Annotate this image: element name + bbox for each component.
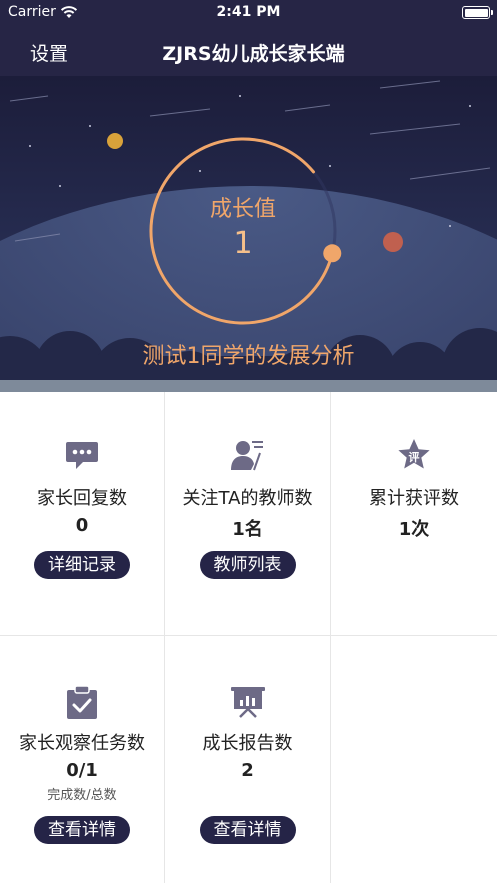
stat-value: 1次 — [398, 519, 430, 540]
stat-label: 家长观察任务数 — [19, 733, 145, 754]
parent-replies-card: 家长回复数 0 详细记录 — [0, 392, 164, 635]
stat-value: 0/1 — [66, 760, 98, 781]
stat-note: 完成数/总数 — [47, 788, 117, 803]
status-bar: Carrier 2:41 PM — [0, 0, 497, 26]
growth-hero-banner: 成长值 1 测试1同学的发展分析 — [0, 76, 497, 380]
star-badge-icon: 评 — [397, 438, 431, 472]
observation-tasks-card: 家长观察任务数 0/1 完成数/总数 查看详情 — [0, 636, 164, 883]
presentation-board-icon — [230, 687, 265, 718]
stat-label: 家长回复数 — [37, 488, 127, 509]
stat-label: 累计获评数 — [369, 488, 459, 509]
view-tasks-button[interactable]: 查看详情 — [34, 816, 130, 844]
teacher-list-button[interactable]: 教师列表 — [199, 551, 296, 579]
stat-value: 0 — [75, 515, 89, 536]
stat-label: 关注TA的教师数 — [182, 488, 313, 509]
clock: 2:41 PM — [216, 4, 281, 20]
battery-icon — [462, 6, 493, 19]
nav-bar: 设置 ZJRS幼儿成长家长端 — [0, 26, 497, 76]
analysis-subtitle: 测试1同学的发展分析 — [142, 344, 355, 369]
following-teachers-card: 关注TA的教师数 1名 教师列表 — [165, 392, 330, 635]
stats-grid: 家长回复数 0 详细记录 关注TA的教师数 1名 教师列表 评 累计获评数 1次 — [0, 392, 497, 883]
star-badge-text: 评 — [408, 451, 420, 464]
view-reports-button[interactable]: 查看详情 — [199, 816, 296, 844]
red-planet — [383, 232, 403, 252]
stat-value: 2 — [241, 760, 254, 781]
growth-value: 1 — [233, 226, 253, 261]
page-title: ZJRS幼儿成长家长端 — [162, 43, 345, 65]
detail-records-button[interactable]: 详细记录 — [34, 551, 130, 579]
hero-bottom-strip — [0, 380, 497, 392]
stat-value: 1名 — [232, 519, 263, 540]
clipboard-check-icon — [67, 686, 97, 719]
total-evaluations-card: 评 累计获评数 1次 — [331, 392, 497, 635]
empty-card — [331, 636, 497, 883]
teacher-icon — [230, 441, 263, 471]
chat-bubble-icon — [66, 442, 98, 469]
growth-value-label: 成长值 — [209, 197, 276, 222]
growth-reports-card: 成长报告数 2 查看详情 — [165, 636, 330, 883]
yellow-planet — [107, 133, 123, 149]
stat-label: 成长报告数 — [202, 733, 293, 754]
